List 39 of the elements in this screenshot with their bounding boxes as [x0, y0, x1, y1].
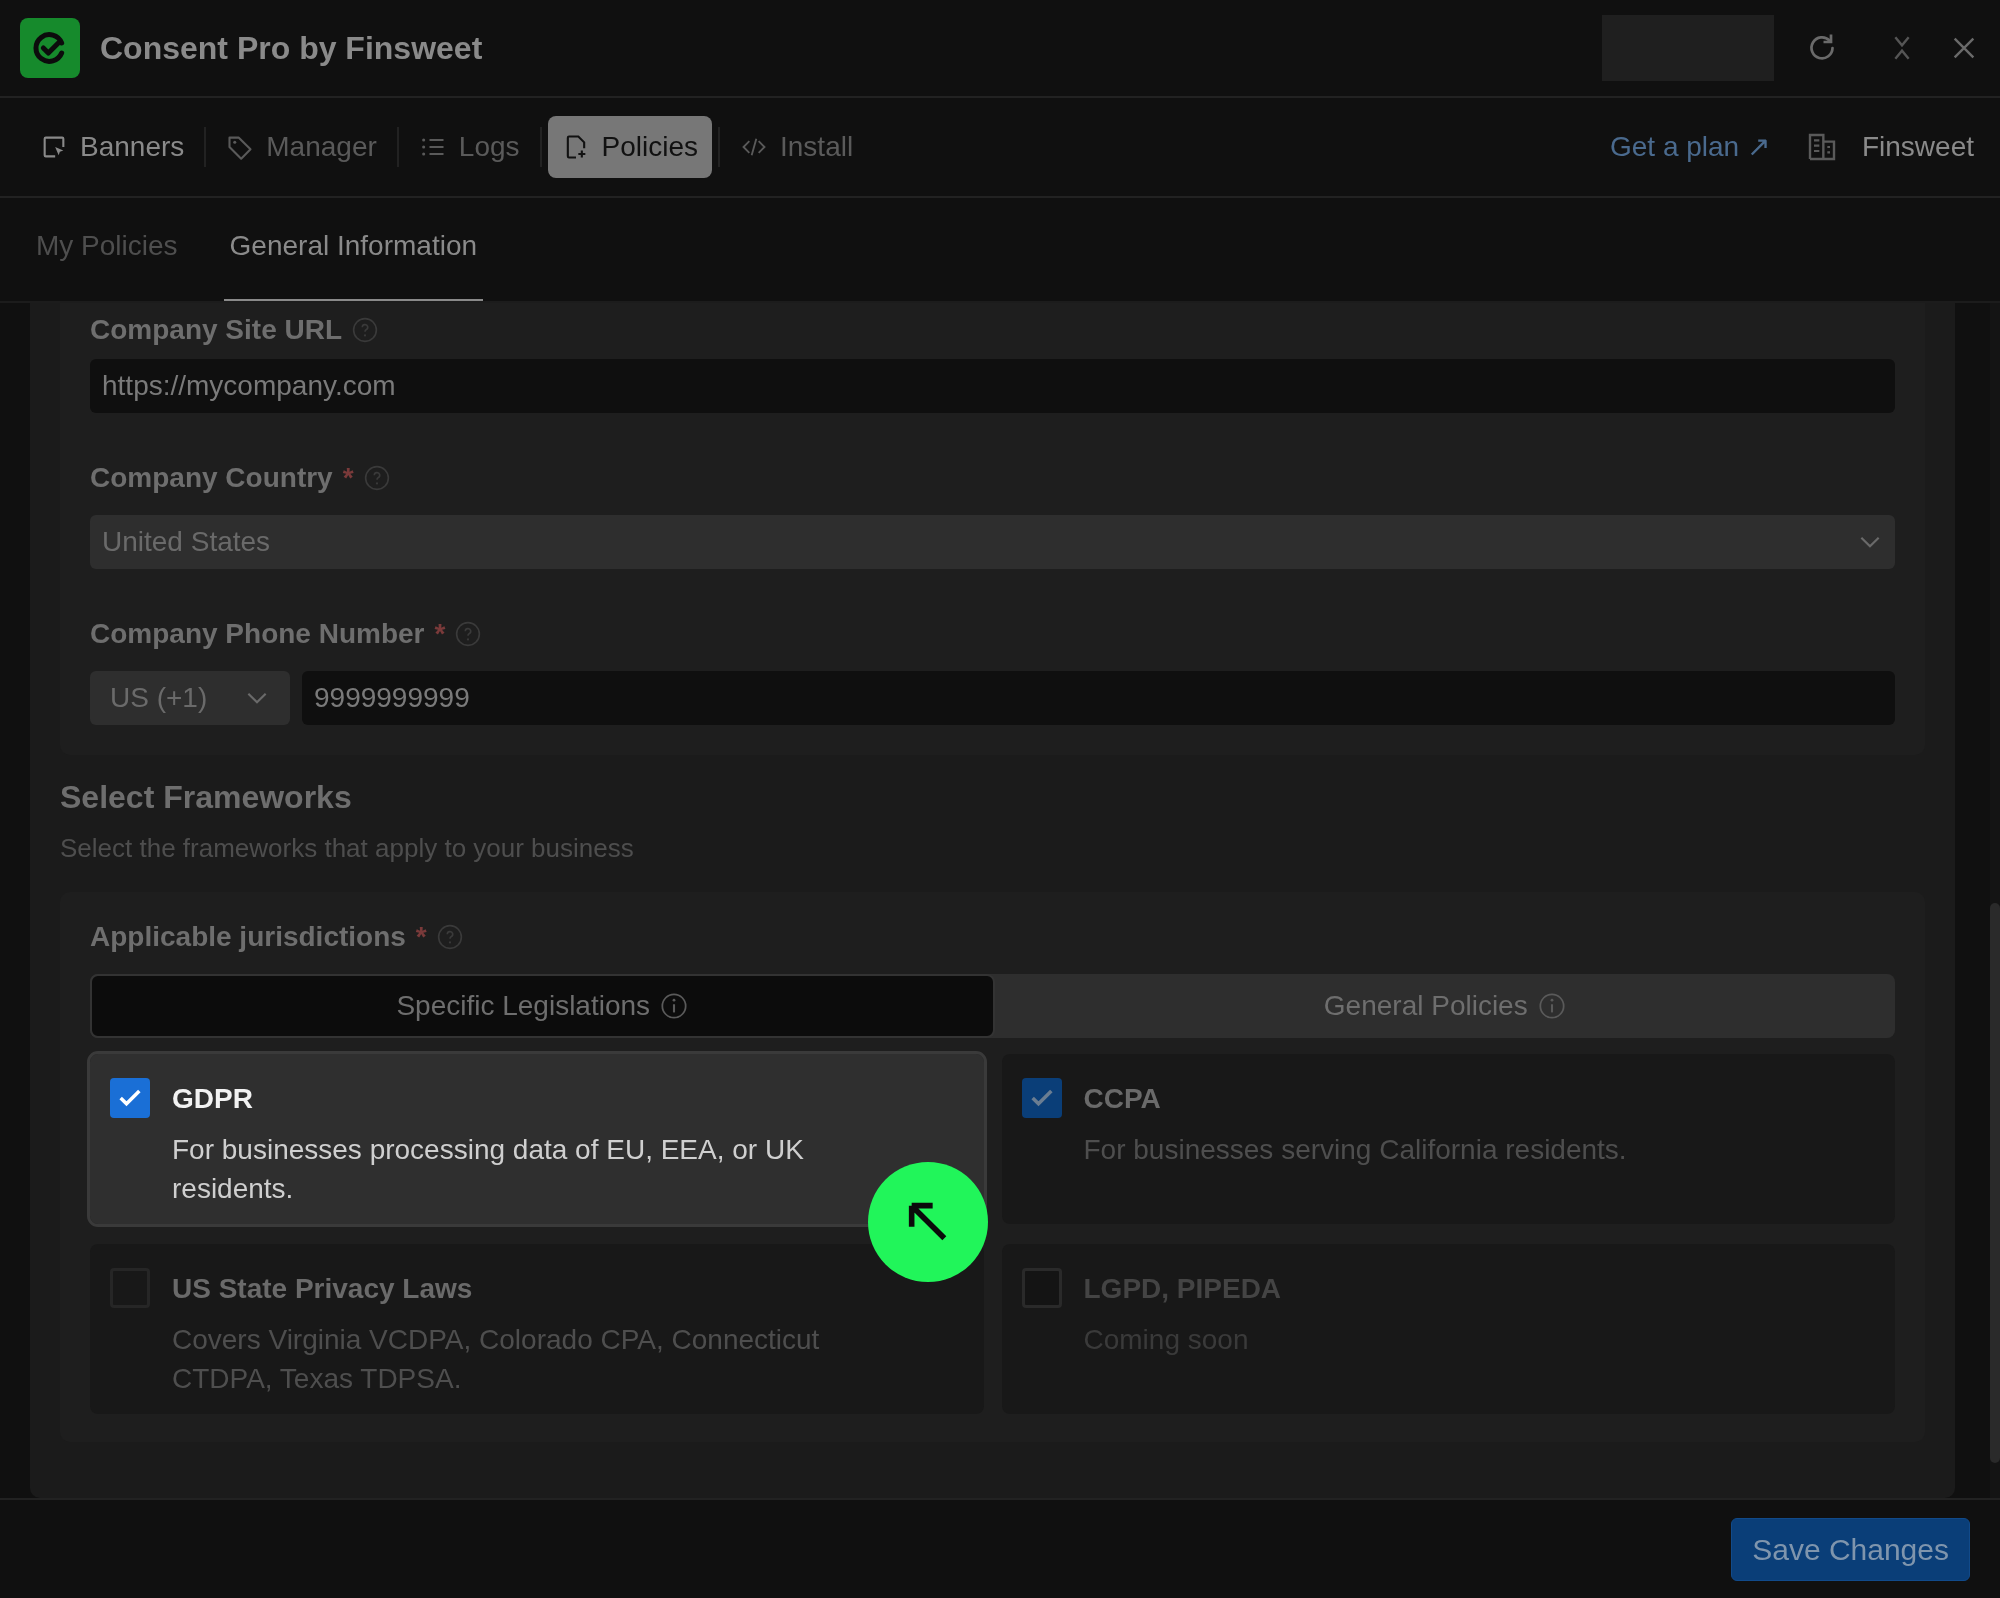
country-select[interactable]: United States: [90, 515, 1895, 569]
framework-name: CCPA: [1083, 1082, 1162, 1116]
field-label: Company Site URL: [90, 313, 343, 347]
required-asterisk: *: [434, 617, 446, 651]
field-label: Company Phone Number: [90, 617, 425, 651]
framework-description: For businesses processing data of EU, EEA, or UK residents.: [172, 1133, 805, 1207]
url-field[interactable]: https://mycompany.com: [90, 359, 1895, 413]
section-title: Select Frameworks: [60, 778, 353, 817]
nav-tab[interactable]: Logs: [404, 116, 534, 178]
window-title: Consent Pro by Finsweet: [100, 29, 483, 68]
framework-card[interactable]: GDPR For businesses processing data of EU, EEA, or UK residents.: [90, 1054, 984, 1224]
checkbox[interactable]: [110, 1078, 150, 1118]
required-asterisk: *: [342, 461, 354, 495]
sub-tab[interactable]: My Policies: [30, 224, 184, 301]
help-icon: [363, 465, 390, 491]
help-icon: [436, 924, 463, 950]
get-plan-link[interactable]: Get a plan ↗: [1609, 126, 1770, 168]
framework-name: US State Privacy Laws: [172, 1272, 474, 1306]
phone-code-select[interactable]: US (+1): [90, 671, 290, 725]
nav-tab[interactable]: Manager: [212, 116, 391, 178]
phone-field[interactable]: 9999999999: [302, 671, 1895, 725]
segment-tab[interactable]: General Policies: [994, 974, 1895, 1038]
required-asterisk: *: [415, 920, 427, 954]
info-icon: [660, 992, 689, 1020]
sub-tab[interactable]: General Information: [223, 224, 484, 301]
help-icon: [352, 317, 379, 343]
framework-name: GDPR: [172, 1082, 254, 1116]
nav-tab[interactable]: Install: [726, 116, 868, 178]
workspace-button[interactable]: Finsweet: [1805, 126, 1974, 168]
field-label: Applicable jurisdictions: [90, 920, 406, 954]
checkbox[interactable]: [1021, 1078, 1062, 1118]
nav-tab[interactable]: Banners: [26, 116, 199, 178]
field-label: Company Country: [90, 461, 333, 495]
info-icon: [1537, 992, 1566, 1020]
save-button[interactable]: Save Changes: [1731, 1517, 1970, 1581]
nav-tab[interactable]: Policies: [547, 116, 712, 178]
scrollbar[interactable]: [1990, 303, 2000, 1498]
help-icon: [455, 621, 482, 647]
segment-tab[interactable]: Specific Legislations: [90, 974, 995, 1038]
